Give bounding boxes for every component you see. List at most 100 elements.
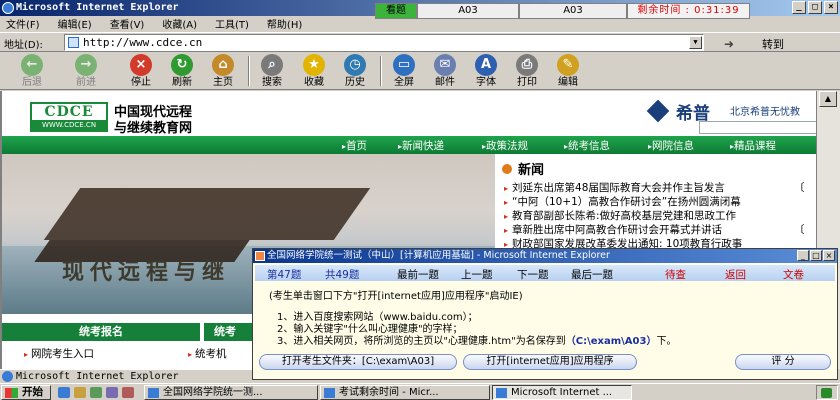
back-icon: ← [21,54,43,76]
address-url: http://www.cdce.cn [83,36,203,49]
page-icon [68,37,79,48]
desktop-quicklaunch-icon[interactable] [90,387,102,398]
view-question-button[interactable]: 看题 [375,3,417,19]
nav-home[interactable]: 首页 [342,138,367,153]
favorites-button[interactable]: ★ 收藏 [294,54,334,88]
remaining-time: 剩余时间 : 0:31:39 [627,3,750,19]
print-button[interactable]: ⎙ 打印 [507,54,547,88]
taskbar: 开始 全国网络学院统一测... 考试剩余时间 - Micr... Microso… [0,383,840,400]
mail-button[interactable]: ✉ 邮件 [425,54,465,88]
menu-tools[interactable]: 工具(T) [215,16,249,31]
menu-favorites[interactable]: 收藏(A) [162,16,197,31]
app-quicklaunch-icon[interactable] [122,387,134,398]
task-ie-icon [148,388,159,398]
news-item[interactable]: 教育部副部长陈希:做好高校基层党建和思政工作 [504,208,736,223]
history-icon: ◷ [344,54,366,76]
first-question-button[interactable]: 最前一题 [397,267,439,282]
exam-dialog: 全国网络学院统一测试（中山）[计算机应用基础] - Microsoft Inte… [252,248,838,380]
back-button[interactable]: ← 后退 [12,54,52,88]
news-date: 〔 [794,224,805,236]
section-exam-signup: 统考报名 [2,323,200,341]
home-label: 主页 [213,77,233,88]
pending-review-button[interactable]: 待查 [665,267,686,282]
open-app-button[interactable]: 打开[internet应用]应用程序 [463,354,637,370]
minimize-button[interactable]: _ [792,1,806,14]
paper-button[interactable]: 文卷 [783,267,804,282]
last-question-button[interactable]: 最后一题 [571,267,613,282]
stop-icon: × [130,54,152,76]
address-input[interactable]: http://www.cdce.cn ▼ [64,34,704,51]
site-logo[interactable]: CDCE WWW.CDCE.CN [30,102,108,132]
refresh-label: 刷新 [172,77,192,88]
menu-view[interactable]: 查看(V) [110,16,145,31]
font-button[interactable]: A 字体 [466,54,506,88]
go-button[interactable]: 转到 [762,36,784,52]
open-folder-button[interactable]: 打开考生文件夹：[C:\exam\A03] [259,354,457,370]
question-code: A03 [417,3,519,19]
exam-status-bar: 看题 A03 A03 剩余时间 : 0:31:39 [375,3,750,19]
fullscreen-button[interactable]: ▭ 全屏 [384,54,424,88]
question-total: 共49题 [325,269,360,281]
ie-status-window[interactable]: Microsoft Internet Explorer [0,369,252,383]
forward-button[interactable]: → 前进 [66,54,106,88]
dialog-close-button[interactable]: × [823,250,835,261]
history-button[interactable]: ◷ 历史 [335,54,375,88]
refresh-button[interactable]: ↻ 刷新 [162,54,202,88]
dialog-minimize-button[interactable]: _ [797,250,809,261]
system-tray[interactable] [816,385,838,400]
address-bar: 地址(D): http://www.cdce.cn ▼ ➜ 转到 [0,32,840,52]
task-ie-window[interactable]: Microsoft Internet ... [492,385,632,400]
toolbar-separator [248,56,250,86]
address-dropdown-icon[interactable]: ▼ [689,36,702,49]
menu-help[interactable]: 帮助(H) [267,16,302,31]
task-label: 全国网络学院统一测... [163,387,263,398]
prev-question-button[interactable]: 上一题 [461,267,493,282]
favorites-icon: ★ [303,54,325,76]
menu-file[interactable]: 文件(F) [6,16,40,31]
toolbar-separator [380,56,382,86]
stop-button[interactable]: × 停止 [121,54,161,88]
media-quicklaunch-icon[interactable] [106,387,118,398]
student-entry-link[interactable]: 网院考生入口 [24,346,94,361]
next-question-button[interactable]: 下一题 [517,267,549,282]
mail-icon: ✉ [434,54,456,76]
tray-icon[interactable] [821,388,832,398]
nav-policy[interactable]: 政策法规 [482,138,528,153]
folder-quicklaunch-icon[interactable] [74,387,86,398]
section-exam: 统考 [204,323,258,341]
return-button[interactable]: 返回 [725,267,746,282]
task-ie-icon [496,388,507,398]
task-timer-window[interactable]: 考试剩余时间 - Micr... [320,385,490,400]
news-item[interactable]: 刘延东出席第48届国际教育大会并作主旨发言 [504,180,725,195]
score-button[interactable]: 评 分 [735,354,831,370]
exam-agency-link[interactable]: 统考机 [188,346,227,361]
maximize-button[interactable]: □ [808,1,822,14]
search-button[interactable]: ⌕ 搜索 [252,54,292,88]
logo-url: WWW.CDCE.CN [32,120,106,130]
dialog-maximize-button[interactable]: □ [810,250,822,261]
task-label: Microsoft Internet ... [511,387,613,398]
site-title-line2: 与继续教育网 [114,121,193,136]
home-icon: ⌂ [212,54,234,76]
start-button[interactable]: 开始 [1,385,51,400]
nav-exam-info[interactable]: 统考信息 [564,138,610,153]
close-button[interactable]: × [824,1,838,14]
font-icon: A [475,54,497,76]
home-button[interactable]: ⌂ 主页 [203,54,243,88]
nav-courses[interactable]: 精品课程 [730,138,776,153]
ie-quicklaunch-icon[interactable] [58,387,70,398]
go-arrow-icon[interactable]: ➜ [724,37,734,51]
site-search-input[interactable] [699,121,816,134]
nav-news[interactable]: 新闻快递 [398,138,444,153]
windows-flag-icon [5,388,18,398]
news-item[interactable]: “中阿（10+1）高教合作研讨会”在扬州圆满闭幕 [504,194,741,209]
menu-edit[interactable]: 编辑(E) [58,16,92,31]
nav-school-info[interactable]: 网院信息 [648,138,694,153]
news-item[interactable]: 章新胜出席中阿高教合作研讨会开幕式并讲话 [504,222,722,237]
task-label: 考试剩余时间 - Micr... [339,387,439,398]
edit-button[interactable]: ✎ 编辑 [548,54,588,88]
dialog-title-bar[interactable]: 全国网络学院统一测试（中山）[计算机应用基础] - Microsoft Inte… [253,249,837,263]
desktop: Microsoft Internet Explorer _ □ × 看题 A03… [0,0,840,400]
task-exam-window[interactable]: 全国网络学院统一测... [144,385,318,400]
scroll-up-icon[interactable]: ▲ [819,91,837,107]
